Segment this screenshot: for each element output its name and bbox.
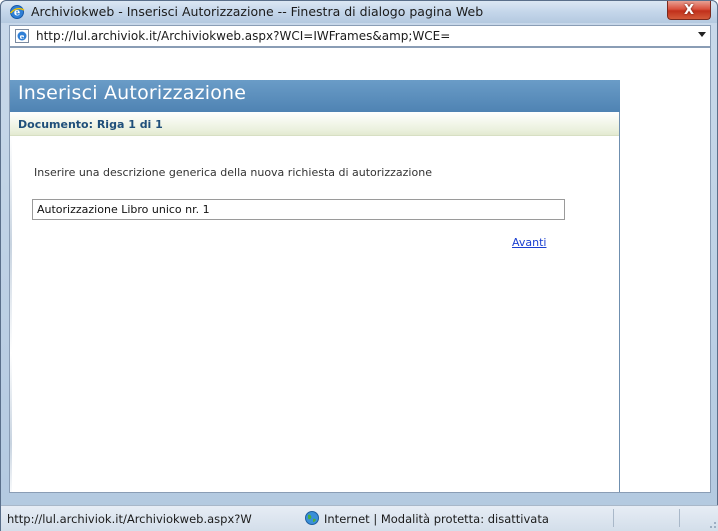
status-separator [613, 509, 614, 527]
status-url: http://lul.archiviok.it/Archiviokweb.asp… [7, 512, 252, 526]
chevron-down-icon[interactable] [698, 32, 706, 37]
ie-logo-icon: e [9, 5, 25, 19]
status-separator [679, 509, 680, 527]
page-icon: e [15, 29, 29, 43]
page-title: Inserisci Autorizzazione [18, 82, 247, 104]
resize-grip-icon[interactable] [705, 517, 717, 529]
svg-text:e: e [20, 32, 25, 41]
description-label: Inserire una descrizione generica della … [34, 166, 432, 179]
security-zone: Internet | Modalità protetta: disattivat… [324, 512, 549, 526]
status-bar: http://lul.archiviok.it/Archiviokweb.asp… [1, 505, 718, 531]
address-url: http://lul.archiviok.it/Archiviokweb.asp… [36, 29, 451, 43]
page-content: Inserisci Autorizzazione Documento: Riga… [9, 47, 711, 493]
dialog-window: e Archiviokweb - Inserisci Autorizzazion… [0, 0, 718, 531]
document-row-indicator: Documento: Riga 1 di 1 [18, 118, 163, 131]
next-link[interactable]: Avanti [512, 236, 546, 249]
globe-icon [305, 511, 319, 525]
title-bar[interactable]: e Archiviokweb - Inserisci Autorizzazion… [1, 1, 717, 23]
address-bar[interactable]: e http://lul.archiviok.it/Archiviokweb.a… [9, 25, 711, 47]
close-button[interactable]: X [667, 1, 711, 20]
authorization-description-input[interactable] [32, 199, 565, 220]
window-title: Archiviokweb - Inserisci Autorizzazione … [31, 4, 484, 19]
close-icon: X [683, 2, 695, 18]
panel-divider [619, 112, 620, 492]
left-edge [10, 136, 12, 492]
